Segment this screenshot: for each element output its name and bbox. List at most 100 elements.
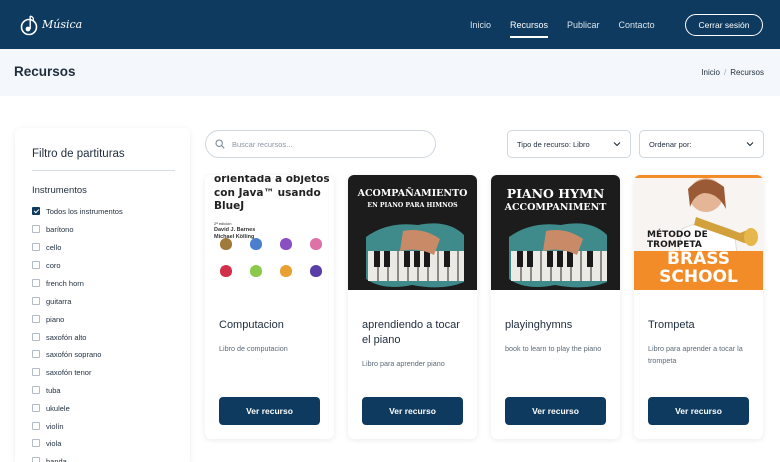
checkbox[interactable] — [32, 315, 40, 323]
checkbox[interactable] — [32, 439, 40, 447]
nav-recursos[interactable]: Recursos — [510, 18, 549, 38]
cover-edition: 2ª edición — [214, 221, 232, 226]
nav-inicio[interactable]: Inicio — [470, 18, 491, 32]
filter-option-label: guitarra — [46, 296, 72, 306]
filter-option-french-horn[interactable]: french horn — [32, 277, 84, 289]
resource-card[interactable]: orientada a objetos con Java™ usando Blu… — [205, 175, 334, 439]
card-description: book to learn to play the piano — [505, 344, 602, 353]
filter-option-piano[interactable]: piano — [32, 313, 64, 325]
search-icon — [215, 139, 225, 149]
filter-option-label: saxofón alto — [46, 332, 87, 342]
filter-option-label: barítono — [46, 224, 74, 234]
checkbox[interactable] — [32, 243, 40, 251]
cover-title-line: con Java™ usando — [214, 186, 321, 199]
checkbox[interactable] — [32, 457, 40, 462]
filter-option-label: Todos los instrumentos — [46, 206, 123, 216]
checkbox[interactable] — [32, 261, 40, 269]
bird-illustration — [250, 265, 262, 277]
chevron-down-icon — [613, 142, 621, 147]
bird-illustration — [280, 238, 292, 250]
filter-option-saxofon-soprano[interactable]: saxofón soprano — [32, 348, 101, 360]
filter-option-todos[interactable]: Todos los instrumentos — [32, 205, 123, 217]
brand-logo[interactable]: Música — [20, 14, 82, 36]
filter-option-label: cello — [46, 242, 62, 252]
checkbox[interactable] — [32, 386, 40, 394]
bird-illustration — [310, 265, 322, 277]
cover-title-line: MÉTODO DE — [647, 230, 708, 240]
search-input[interactable] — [232, 139, 412, 149]
book-cover-java: orientada a objetos con Java™ usando Blu… — [205, 175, 334, 290]
logout-button[interactable]: Cerrar sesión — [685, 14, 763, 36]
filter-option-violin[interactable]: violín — [32, 420, 64, 432]
filter-option-tuba[interactable]: tuba — [32, 384, 61, 396]
breadcrumb: Inicio / Recursos — [701, 68, 764, 77]
filter-option-cello[interactable]: cello — [32, 241, 61, 253]
book-cover-piano-himnos: ACOMPAÑAMIENTO EN PIANO PARA HIMNOS — [348, 175, 477, 290]
view-resource-button[interactable]: Ver recurso — [362, 397, 463, 425]
checkbox[interactable] — [32, 279, 40, 287]
view-resource-button[interactable]: Ver recurso — [219, 397, 320, 425]
bird-illustration — [280, 265, 292, 277]
book-cover-piano-hymn: PIANO HYMN ACCOMPANIMENT — [491, 175, 620, 290]
cover-title-line: EN PIANO PARA HIMNOS — [367, 202, 458, 209]
view-resource-button[interactable]: Ver recurso — [648, 397, 749, 425]
card-description: Libro de computacion — [219, 344, 288, 353]
resource-card[interactable]: MÉTODO DE TROMPETA BRASS SCHOOL Trompeta… — [634, 175, 763, 439]
piano-photo — [509, 223, 607, 288]
checkbox[interactable] — [32, 207, 40, 215]
top-navbar: Música Inicio Recursos Publicar Contacto… — [0, 0, 780, 49]
chevron-down-icon — [746, 142, 754, 147]
card-title: Computacion — [219, 319, 284, 331]
bird-illustration — [220, 238, 232, 250]
nav-contacto[interactable]: Contacto — [619, 18, 655, 32]
cover-author: David J. Barnes — [214, 227, 256, 233]
checkbox[interactable] — [32, 297, 40, 305]
filter-option-guitarra[interactable]: guitarra — [32, 295, 71, 307]
filter-option-banda[interactable]: banda — [32, 455, 67, 462]
filter-option-label: tuba — [46, 385, 61, 395]
piano-photo — [366, 223, 464, 288]
checkbox[interactable] — [32, 350, 40, 358]
filter-option-saxofon-alto[interactable]: saxofón alto — [32, 331, 86, 343]
page-title: Recursos — [14, 64, 76, 79]
filter-option-label: violín — [46, 421, 64, 431]
card-title: Trompeta — [648, 319, 695, 331]
filter-option-baritono[interactable]: barítono — [32, 223, 74, 235]
card-title: playinghymns — [505, 319, 573, 331]
checkbox[interactable] — [32, 404, 40, 412]
filter-option-ukulele[interactable]: ukulele — [32, 402, 70, 414]
filter-option-label: viola — [46, 438, 62, 448]
filter-sidebar: Filtro de partituras Instrumentos Todos … — [15, 128, 190, 462]
checkbox[interactable] — [32, 225, 40, 233]
checkbox[interactable] — [32, 368, 40, 376]
cover-brand-line: SCHOOL — [659, 267, 738, 287]
cover-title-line: BlueJ — [214, 200, 245, 212]
filter-option-label: piano — [46, 314, 65, 324]
card-title: aprendiendo a tocar el piano — [362, 319, 460, 346]
filter-option-label: french horn — [46, 278, 84, 288]
order-value: Ordenar por: — [649, 139, 692, 149]
filter-title: Filtro de partituras — [32, 148, 125, 160]
nav-publicar[interactable]: Publicar — [567, 18, 600, 32]
music-note-icon — [20, 15, 38, 36]
resource-card[interactable]: PIANO HYMN ACCOMPANIMENT playinghymns bo… — [491, 175, 620, 439]
breadcrumb-home-link[interactable]: Inicio — [701, 68, 720, 77]
filter-option-viola[interactable]: viola — [32, 437, 61, 449]
view-resource-button[interactable]: Ver recurso — [505, 397, 606, 425]
checkbox[interactable] — [32, 422, 40, 430]
resource-card[interactable]: ACOMPAÑAMIENTO EN PIANO PARA HIMNOS apre… — [348, 175, 477, 439]
search-box[interactable] — [205, 130, 436, 158]
filter-option-label: saxofón soprano — [46, 349, 102, 359]
filter-option-saxofon-tenor[interactable]: saxofón tenor — [32, 366, 91, 378]
breadcrumb-separator: / — [723, 68, 727, 77]
resource-type-select[interactable]: Tipo de recurso: Libro — [507, 130, 631, 158]
card-description: Libro para aprender piano — [362, 359, 445, 368]
card-description: Libro para aprender a tocar la trompeta — [648, 344, 743, 365]
order-select[interactable]: Ordenar por: — [639, 130, 764, 158]
checkbox[interactable] — [32, 333, 40, 341]
book-cover-trompeta: MÉTODO DE TROMPETA BRASS SCHOOL — [634, 175, 763, 290]
filter-option-coro[interactable]: coro — [32, 259, 61, 271]
main-nav: Inicio Recursos Publicar Contacto — [470, 0, 674, 49]
page-header: Recursos Inicio / Recursos — [0, 49, 780, 96]
cover-title-line: ACCOMPANIMENT — [504, 202, 607, 213]
